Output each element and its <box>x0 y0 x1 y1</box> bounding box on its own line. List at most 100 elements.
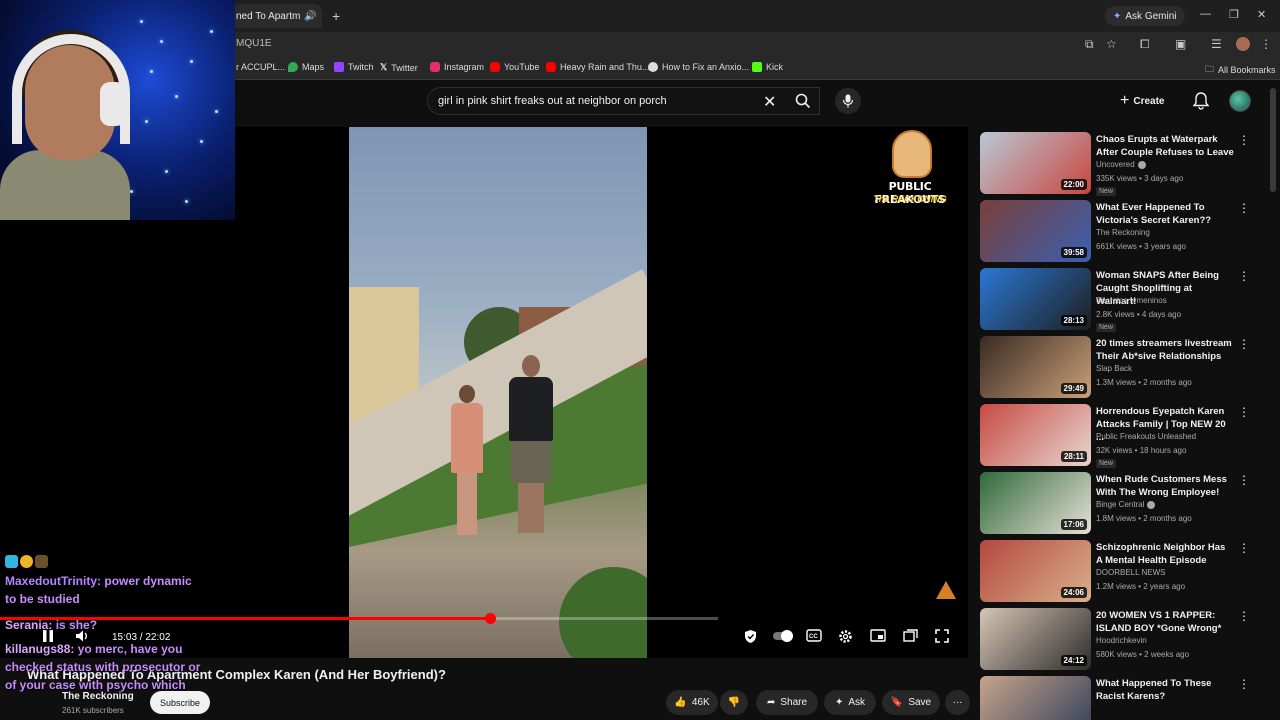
create-button[interactable]: + Create <box>1120 90 1164 112</box>
extensions-icon[interactable]: ⧠ <box>1140 37 1150 52</box>
browser-tab[interactable]: ned To Apartm 🔊 ✕ <box>232 4 322 28</box>
theater-mode-button[interactable] <box>903 629 918 645</box>
recommended-title[interactable]: What Happened To These Racist Karens? <box>1096 677 1234 703</box>
more-vertical-icon[interactable]: ⋮ <box>1238 405 1250 419</box>
scene-bush <box>559 567 647 658</box>
subscribe-button[interactable]: Subscribe <box>150 691 210 714</box>
bookmark-item[interactable]: YouTube <box>490 62 539 72</box>
gear-icon <box>839 630 852 643</box>
miniplayer-button[interactable] <box>870 629 886 645</box>
bookmark-item[interactable]: r ACCUPL... <box>236 62 285 72</box>
url-text[interactable]: MQU1E <box>236 38 272 49</box>
recommended-title[interactable]: 20 WOMEN VS 1 RAPPER: ISLAND BOY *Gone W… <box>1096 609 1234 635</box>
recommended-video[interactable]: 28:11 Horrendous Eyepatch Karen Attacks F… <box>978 399 1268 468</box>
video-thumbnail[interactable]: 28:13 <box>980 268 1091 330</box>
recommended-title[interactable]: When Rude Customers Mess With The Wrong … <box>1096 473 1234 499</box>
search-button[interactable] <box>786 87 820 115</box>
autoplay-toggle[interactable] <box>772 629 794 646</box>
more-vertical-icon[interactable]: ⋮ <box>1238 677 1250 691</box>
video-thumbnail[interactable]: 24:06 <box>980 540 1091 602</box>
bookmark-item[interactable]: Maps <box>288 62 324 72</box>
browser-profile-avatar[interactable] <box>1236 37 1250 51</box>
sponsor-button[interactable] <box>743 629 758 647</box>
settings-button[interactable] <box>838 629 853 647</box>
bookmark-item[interactable]: How to Fix an Anxio... <box>648 62 749 72</box>
more-vertical-icon[interactable]: ⋮ <box>1238 473 1250 487</box>
recommended-channel[interactable]: DOORBELL NEWS <box>1096 568 1166 577</box>
bookmark-item[interactable]: Instagram <box>430 62 484 72</box>
recommended-meta: 32K views • 18 hours ago <box>1096 446 1187 455</box>
recommended-channel[interactable]: Binge Central <box>1096 500 1156 509</box>
recommended-channel[interactable]: Uncovered <box>1096 160 1146 169</box>
more-vertical-icon[interactable]: ⋮ <box>1238 201 1250 215</box>
more-vertical-icon[interactable]: ⋮ <box>1238 269 1250 283</box>
bookmark-item[interactable]: Kick <box>752 62 783 72</box>
video-thumbnail[interactable]: 24:12 <box>980 608 1091 670</box>
new-tab-button[interactable]: + <box>332 8 340 24</box>
video-thumbnail[interactable]: 28:11 <box>980 404 1091 466</box>
recommended-title[interactable]: What Ever Happened To Victoria's Secret … <box>1096 201 1234 227</box>
all-bookmarks-button[interactable]: 🗀 All Bookmarks <box>1205 62 1276 78</box>
recommended-video[interactable]: 22:00 Chaos Erupts at Waterpark After Cou… <box>978 127 1268 196</box>
channel-branding-logo: PUBLIC FREAKOUTS The RECKONING <box>862 130 958 212</box>
video-thumbnail[interactable]: 17:06 <box>980 472 1091 534</box>
recommended-channel[interactable]: Slap Back <box>1096 364 1132 373</box>
more-vertical-icon[interactable]: ⋮ <box>1238 337 1250 351</box>
recommended-video[interactable]: 39:58 What Ever Happened To Victoria's Se… <box>978 195 1268 262</box>
bookmark-item[interactable]: 𝕏 Twitter <box>380 62 418 73</box>
like-button[interactable]: 👍 46K <box>666 690 718 715</box>
more-vertical-icon[interactable]: ⋮ <box>1238 133 1250 147</box>
page-scrollbar[interactable] <box>1270 88 1276 192</box>
recommended-video[interactable]: 24:12 20 WOMEN VS 1 RAPPER: ISLAND BOY *G… <box>978 603 1268 670</box>
recommended-video[interactable]: 17:06 When Rude Customers Mess With The W… <box>978 467 1268 534</box>
notifications-button[interactable] <box>1192 92 1210 115</box>
search-input[interactable]: girl in pink shirt freaks out at neighbo… <box>427 87 820 115</box>
recommended-video[interactable]: 29:49 20 times streamers livestream Their… <box>978 331 1268 398</box>
more-vertical-icon[interactable]: ⋮ <box>1238 541 1250 555</box>
close-window-icon[interactable]: ✕ <box>1257 8 1266 21</box>
voice-search-button[interactable] <box>835 88 861 114</box>
speaker-icon[interactable]: 🔊 <box>304 11 316 22</box>
star-icon[interactable]: ☆ <box>1106 37 1117 51</box>
ask-button[interactable]: ✦ Ask <box>824 690 876 715</box>
chrome-menu-icon[interactable]: ⋮ <box>1260 37 1272 51</box>
recommended-channel[interactable]: Secretos femeninos <box>1096 296 1167 305</box>
recommended-video[interactable]: 24:06 Schizophrenic Neighbor Has A Mental… <box>978 535 1268 602</box>
share-button[interactable]: ➦ Share <box>756 690 818 715</box>
recommended-video[interactable]: 28:13 Woman SNAPS After Being Caught Shop… <box>978 263 1268 332</box>
recommended-channel[interactable]: The Reckoning <box>1096 228 1150 237</box>
tab-title: ned To Apartm <box>236 10 301 22</box>
video-thumbnail[interactable] <box>980 676 1091 720</box>
save-button[interactable]: 🔖 Save <box>882 690 940 715</box>
video-thumbnail[interactable]: 39:58 <box>980 200 1091 262</box>
captions-button[interactable]: CC <box>806 629 822 645</box>
recommended-title[interactable]: 20 times streamers livestream Their Ab*s… <box>1096 337 1234 363</box>
bookmark-item[interactable]: Heavy Rain and Thu... <box>546 62 649 72</box>
duration-badge: 39:58 <box>1060 247 1087 258</box>
recommended-title[interactable]: Schizophrenic Neighbor Has A Mental Heal… <box>1096 541 1234 567</box>
shield-icon <box>745 630 756 643</box>
recommended-video[interactable]: What Happened To These Racist Karens? ⋮ <box>978 671 1268 720</box>
more-vertical-icon[interactable]: ⋮ <box>1238 609 1250 623</box>
recommended-title[interactable]: Chaos Erupts at Waterpark After Couple R… <box>1096 133 1234 159</box>
tab-search-icon[interactable]: ☰ <box>1211 37 1222 51</box>
install-app-icon[interactable]: ⧉ <box>1085 37 1094 52</box>
bookmark-item[interactable]: Twitch <box>334 62 374 72</box>
channel-watermark-icon[interactable] <box>936 581 956 599</box>
more-actions-button[interactable]: ··· <box>945 690 970 715</box>
account-avatar[interactable] <box>1229 90 1251 112</box>
theater-icon <box>903 629 918 642</box>
restore-icon[interactable]: ❐ <box>1229 8 1239 21</box>
recommended-channel[interactable]: Public Freakouts Unleashed <box>1096 432 1196 441</box>
video-thumbnail[interactable]: 22:00 <box>980 132 1091 194</box>
media-icon[interactable]: ▣ <box>1175 37 1186 51</box>
video-frame[interactable] <box>349 127 647 658</box>
ask-gemini-button[interactable]: ✦ Ask Gemini <box>1105 6 1185 26</box>
video-thumbnail[interactable]: 29:49 <box>980 336 1091 398</box>
dislike-button[interactable]: 👎 <box>720 690 748 715</box>
recommended-channel[interactable]: Hoodrichkevin <box>1096 636 1147 645</box>
fullscreen-button[interactable] <box>935 629 949 646</box>
streamer-shirt <box>0 150 130 220</box>
clear-search-icon[interactable]: ✕ <box>763 92 776 112</box>
minimize-icon[interactable]: — <box>1200 8 1211 20</box>
